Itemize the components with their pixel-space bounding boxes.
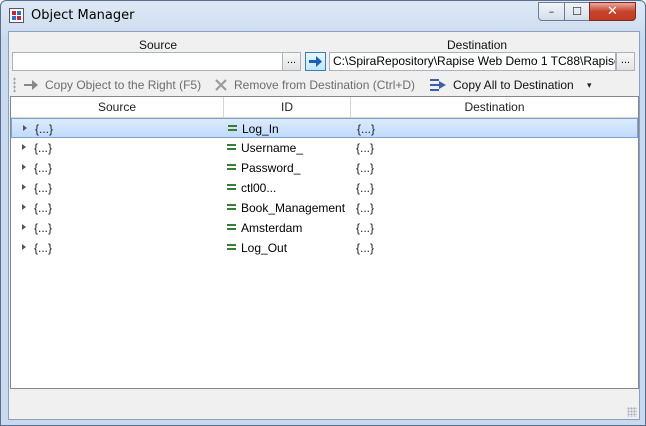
row-destination-cell: {...}: [356, 221, 375, 235]
table-row[interactable]: {...} Log_In {...}: [11, 118, 638, 138]
equal-icon: [227, 181, 236, 190]
minimize-icon: –: [548, 5, 555, 18]
object-manager-window: Object Manager – ☐ ✕ Source Destination …: [0, 0, 646, 426]
row-source-cell: {...}: [34, 161, 53, 175]
maximize-icon: ☐: [572, 5, 582, 18]
equal-icon: [227, 141, 236, 150]
row-id-cell: Log_In: [242, 122, 279, 136]
table-row[interactable]: {...} Amsterdam {...}: [11, 218, 638, 238]
toolbar-overflow-icon[interactable]: ▾: [587, 80, 592, 91]
table-row[interactable]: {...} ctl00... {...}: [11, 178, 638, 198]
equal-icon: [227, 241, 236, 250]
expand-arrow-icon[interactable]: [22, 164, 26, 170]
copy-all-to-destination-label: Copy All to Destination: [453, 78, 574, 92]
row-source-cell: {...}: [34, 141, 53, 155]
arrow-right-icon: [24, 80, 38, 90]
column-header-id[interactable]: ID: [224, 97, 351, 118]
row-destination-cell: {...}: [356, 241, 375, 255]
arrow-right-icon: [309, 56, 322, 67]
row-destination-cell: {...}: [356, 141, 375, 155]
toolbar: Copy Object to the Right (F5) Remove fro…: [9, 74, 639, 96]
row-destination-cell: {...}: [356, 201, 375, 215]
expand-arrow-icon[interactable]: [22, 184, 26, 190]
expand-arrow-icon[interactable]: [22, 204, 26, 210]
object-grid: Source ID Destination {...} Log_In {...}…: [10, 96, 639, 389]
equal-icon: [227, 161, 236, 170]
maximize-button[interactable]: ☐: [564, 2, 590, 21]
client-area: Source Destination ... C:\SpiraRepositor…: [8, 31, 640, 420]
row-id-cell: Username_: [241, 141, 304, 155]
equal-icon: [227, 221, 236, 230]
remove-from-destination-button[interactable]: Remove from Destination (Ctrl+D): [214, 76, 415, 94]
minimize-button[interactable]: –: [538, 2, 565, 21]
row-id-cell: Log_Out: [241, 241, 288, 255]
equal-icon: [228, 122, 237, 131]
table-row[interactable]: {...} Password_ {...}: [11, 158, 638, 178]
copy-object-right-button[interactable]: Copy Object to the Right (F5): [23, 76, 201, 94]
close-button[interactable]: ✕: [589, 2, 636, 21]
row-id-cell: ctl00...: [241, 181, 277, 195]
expand-arrow-icon[interactable]: [22, 244, 26, 250]
copy-all-to-destination-button[interactable]: Copy All to Destination: [429, 76, 574, 94]
row-destination-cell: {...}: [356, 161, 375, 175]
title-bar[interactable]: Object Manager – ☐ ✕: [1, 1, 645, 31]
source-label: Source: [139, 38, 178, 52]
remove-x-icon: [215, 79, 227, 91]
row-source-cell: {...}: [35, 122, 54, 136]
remove-from-destination-label: Remove from Destination (Ctrl+D): [234, 78, 416, 92]
destination-path-input[interactable]: C:\SpiraRepository\Rapise Web Demo 1 TC8…: [329, 52, 616, 71]
expand-arrow-icon[interactable]: [23, 125, 27, 131]
expand-arrow-icon[interactable]: [22, 224, 26, 230]
app-icon: [9, 8, 24, 23]
grid-header: Source ID Destination: [11, 97, 638, 118]
source-browse-button[interactable]: ...: [282, 52, 301, 71]
window-title: Object Manager: [31, 8, 135, 23]
destination-label: Destination: [447, 38, 508, 52]
expand-arrow-icon[interactable]: [22, 144, 26, 150]
row-id-cell: Amsterdam: [241, 221, 303, 235]
table-row[interactable]: {...} Book_Management {...}: [11, 198, 638, 218]
row-source-cell: {...}: [34, 221, 53, 235]
table-row[interactable]: {...} Username_ {...}: [11, 138, 638, 158]
load-destination-button[interactable]: [305, 52, 326, 71]
copy-object-right-label: Copy Object to the Right (F5): [45, 78, 202, 92]
row-source-cell: {...}: [34, 241, 53, 255]
resize-grip-icon[interactable]: [627, 407, 637, 417]
destination-browse-button[interactable]: ...: [616, 52, 635, 71]
column-header-source[interactable]: Source: [11, 97, 224, 118]
row-id-cell: Book_Management: [241, 201, 346, 215]
source-path-input[interactable]: [12, 52, 284, 71]
copy-all-icon: [430, 79, 446, 91]
table-row[interactable]: {...} Log_Out {...}: [11, 238, 638, 258]
equal-icon: [227, 201, 236, 210]
row-id-cell: Password_: [241, 161, 301, 175]
status-bar: [9, 390, 639, 419]
close-icon: ✕: [607, 4, 618, 19]
row-source-cell: {...}: [34, 201, 53, 215]
column-header-destination[interactable]: Destination: [351, 97, 638, 118]
row-destination-cell: {...}: [356, 181, 375, 195]
toolbar-grip[interactable]: [13, 77, 16, 93]
row-source-cell: {...}: [34, 181, 53, 195]
row-destination-cell: {...}: [357, 122, 376, 136]
